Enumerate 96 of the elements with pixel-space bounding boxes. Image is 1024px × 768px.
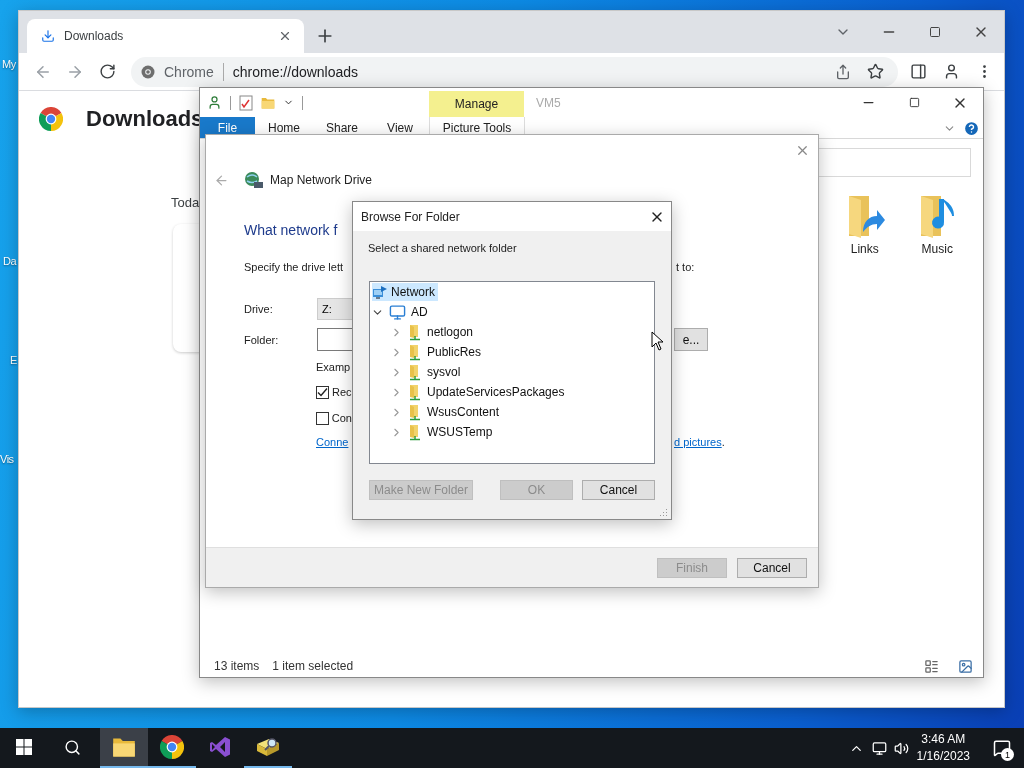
shared-folder-icon — [408, 383, 422, 401]
side-panel-icon[interactable] — [910, 63, 927, 80]
tree-item[interactable]: AD — [389, 303, 431, 321]
tree-item-label: Network — [391, 285, 435, 299]
details-view-icon[interactable] — [924, 658, 939, 674]
folder-icon[interactable] — [112, 736, 136, 758]
search-icon[interactable] — [63, 738, 81, 756]
magnifier-box-icon[interactable] — [255, 736, 281, 758]
selection-status: 1 item selected — [272, 659, 354, 673]
ribbon-tab[interactable]: View — [371, 117, 429, 138]
chrome-logo-icon[interactable] — [160, 735, 184, 759]
user-icon[interactable] — [207, 95, 222, 110]
help-icon[interactable] — [962, 119, 980, 137]
infinity-logo-icon[interactable] — [208, 735, 232, 759]
contextual-tab-header[interactable]: Manage — [429, 91, 524, 117]
computer-icon — [389, 303, 406, 321]
dialog-heading: What network f — [244, 222, 338, 238]
checklist-icon[interactable] — [239, 94, 253, 111]
tree-item[interactable]: UpdateServicesPackages — [408, 383, 568, 401]
tab-title: Downloads — [64, 29, 125, 43]
dialog-title: Map Network Drive — [270, 173, 373, 187]
link[interactable]: d pictures — [674, 436, 722, 448]
windows-start-icon[interactable] — [16, 739, 32, 755]
taskbar-app[interactable] — [100, 728, 148, 768]
dialog-title: Browse For Folder — [361, 209, 460, 224]
notification-button[interactable]: 1 — [980, 728, 1024, 768]
link[interactable]: Conne — [316, 436, 349, 448]
notification-icon — [993, 739, 1011, 757]
tree-item[interactable]: PublicRes — [408, 343, 485, 361]
shared-folder-icon — [408, 403, 422, 421]
close-tab-icon[interactable] — [278, 29, 292, 43]
maximize-icon[interactable] — [929, 26, 941, 38]
tree-item-label: WSUSTemp — [427, 425, 493, 439]
maximize-icon[interactable] — [908, 97, 920, 108]
volume-icon[interactable] — [893, 740, 909, 756]
tree-item-label: WsusContent — [427, 405, 500, 419]
cancel-button[interactable]: Cancel — [582, 480, 655, 500]
window-title: VM5 — [536, 95, 561, 110]
tree-item-label: UpdateServicesPackages — [427, 385, 565, 399]
ribbon-tab[interactable]: Home — [255, 117, 313, 138]
shared-folder-icon — [408, 343, 422, 361]
prompt-text: Select a shared network folder — [368, 242, 518, 254]
shared-folder-icon — [408, 363, 422, 381]
url-text: chrome://downloads — [232, 63, 359, 80]
resize-grip-icon[interactable] — [660, 508, 668, 516]
checkbox-label[interactable]: Rec — [332, 386, 352, 398]
notification-badge: 1 — [1001, 748, 1014, 761]
tree-item-label: netlogon — [427, 325, 474, 339]
tree-item[interactable]: sysvol — [408, 363, 464, 381]
clock-date: 1/16/2023 — [916, 748, 970, 765]
large-icons-view-icon[interactable] — [958, 658, 973, 674]
tree-item[interactable]: netlogon — [408, 323, 477, 341]
folder-name[interactable]: Music — [921, 242, 953, 256]
item-count: 13 items — [214, 659, 260, 673]
checkbox[interactable] — [316, 411, 329, 425]
cancel-button[interactable]: Cancel — [737, 557, 807, 578]
network-icon — [372, 284, 388, 300]
checkbox-label[interactable]: Con — [331, 412, 352, 424]
browser-tab[interactable]: Downloads — [27, 19, 304, 53]
example-text: Examp — [316, 361, 351, 373]
bookmark-star-icon[interactable] — [867, 63, 884, 80]
mouse-cursor-icon — [651, 331, 664, 351]
search-field[interactable] — [818, 148, 971, 177]
shared-folder-icon — [408, 323, 422, 341]
tree-item-label: AD — [411, 305, 428, 319]
network-drive-icon — [244, 171, 264, 189]
folder-tree[interactable]: Network AD netlogon PublicRes sysvol UpdateServicesPackages WsusContent WSUSTemp — [369, 281, 655, 464]
browse-button[interactable]: e... — [674, 328, 708, 351]
drive-select[interactable]: Z: — [316, 298, 352, 320]
profile-icon[interactable] — [943, 63, 960, 80]
site-name-label: Chrome — [164, 63, 214, 80]
field-label: Drive: — [244, 303, 274, 315]
shared-folder-icon — [408, 423, 422, 441]
tree-item-label: sysvol — [427, 365, 461, 379]
instruction-text: Specify the drive lett — [244, 261, 344, 273]
ribbon-tab[interactable]: Share — [313, 117, 371, 138]
address-bar[interactable]: Chrome chrome://downloads — [131, 56, 898, 87]
tree-item[interactable]: WSUSTemp — [408, 423, 496, 441]
chrome-logo-icon — [39, 107, 63, 131]
tree-item[interactable]: Network — [372, 283, 438, 301]
folder-field[interactable] — [316, 328, 352, 351]
section-heading: Toda — [171, 195, 200, 210]
instruction-text: t to: — [676, 261, 695, 273]
folder-name[interactable]: Links — [850, 242, 879, 256]
field-label: Folder: — [244, 333, 280, 346]
checkbox[interactable] — [316, 385, 329, 399]
clock[interactable]: 3:46 AM 1/16/2023 — [916, 731, 970, 765]
network-icon[interactable] — [871, 740, 887, 756]
tree-item-label: PublicRes — [427, 345, 482, 359]
chrome-logo-icon — [141, 64, 155, 79]
share-icon[interactable] — [834, 63, 851, 80]
clock-time: 3:46 AM — [921, 731, 966, 748]
download-icon — [41, 29, 55, 43]
reload-icon[interactable] — [98, 63, 116, 80]
tree-item[interactable]: WsusContent — [408, 403, 503, 421]
punctuation: . — [721, 436, 725, 448]
